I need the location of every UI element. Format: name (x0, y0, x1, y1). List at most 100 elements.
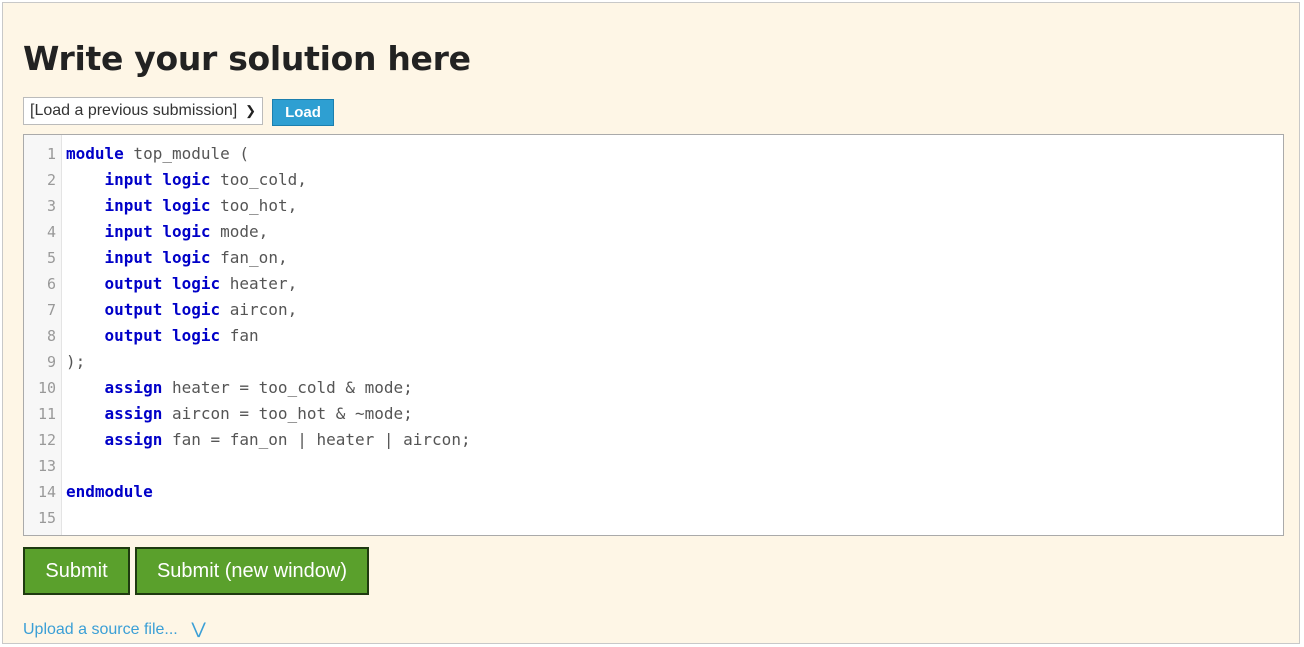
code-text: output logic aircon, (66, 297, 298, 323)
line-number: 2 (46, 171, 56, 189)
line-number: 9 (46, 353, 56, 371)
line-number: 8 (46, 327, 56, 345)
code-keyword: input (104, 196, 153, 215)
code-token: fan = fan_on | heater | aircon; (162, 430, 471, 449)
chevron-down-icon: ❯ (245, 103, 256, 118)
code-line: 10 assign heater = too_cold & mode; (24, 375, 1283, 401)
page-title: Write your solution here (23, 39, 471, 78)
code-keyword: output (104, 326, 163, 345)
code-keyword: logic (171, 300, 221, 319)
submit-new-window-button[interactable]: Submit (new window) (135, 547, 369, 595)
load-button[interactable]: Load (272, 99, 334, 126)
code-token: aircon, (220, 300, 298, 319)
code-line: 4 input logic mode, (24, 219, 1283, 245)
code-token: fan_on, (210, 248, 288, 267)
code-token: heater = too_cold & mode; (162, 378, 413, 397)
code-line: 15 (24, 505, 1283, 531)
upload-source-file-link[interactable]: Upload a source file... ⋁ (23, 619, 206, 639)
code-token: too_cold, (210, 170, 307, 189)
line-number: 13 (37, 457, 56, 475)
previous-submission-select[interactable]: [Load a previous submission] ❯ (23, 97, 263, 125)
code-text: input logic mode, (66, 219, 269, 245)
code-line: 7 output logic aircon, (24, 297, 1283, 323)
code-token: ); (66, 352, 86, 371)
code-text: assign aircon = too_hot & ~mode; (66, 401, 413, 427)
line-number: 5 (46, 249, 56, 267)
line-number: 15 (37, 509, 56, 527)
solution-panel: Write your solution here [Load a previou… (2, 2, 1300, 644)
code-line: 6 output logic heater, (24, 271, 1283, 297)
code-keyword: logic (171, 274, 221, 293)
line-number: 3 (46, 197, 56, 215)
code-keyword: logic (162, 222, 211, 241)
code-line: 1 module top_module ( (24, 141, 1283, 167)
submit-button[interactable]: Submit (23, 547, 130, 595)
code-line: 13 (24, 453, 1283, 479)
previous-submission-select-value: [Load a previous submission] (30, 102, 238, 119)
code-line: 2 input logic too_cold, (24, 167, 1283, 193)
code-text: ); (66, 349, 85, 375)
code-token: aircon = too_hot & ~mode; (162, 404, 413, 423)
code-text: endmodule (66, 479, 153, 505)
code-text: module top_module ( (66, 141, 249, 167)
code-keyword: output (104, 300, 163, 319)
code-keyword: assign (104, 378, 163, 397)
code-line: 12 assign fan = fan_on | heater | aircon… (24, 427, 1283, 453)
double-chevron-down-icon: ⋁ (191, 621, 206, 638)
code-line: 9); (24, 349, 1283, 375)
upload-source-file-label: Upload a source file... (23, 621, 178, 638)
code-keyword: input (104, 248, 153, 267)
code-text: assign fan = fan_on | heater | aircon; (66, 427, 471, 453)
code-keyword: logic (162, 248, 211, 267)
code-token: mode, (210, 222, 269, 241)
code-text: output logic heater, (66, 271, 298, 297)
code-line: 5 input logic fan_on, (24, 245, 1283, 271)
code-keyword: logic (162, 170, 211, 189)
line-number: 12 (37, 431, 56, 449)
code-text: input logic too_cold, (66, 167, 307, 193)
code-keyword: assign (104, 404, 163, 423)
code-lines: 1 module top_module (2 input logic too_co… (24, 141, 1283, 531)
line-number: 14 (37, 483, 56, 501)
code-text: input logic fan_on, (66, 245, 288, 271)
code-line: 3 input logic too_hot, (24, 193, 1283, 219)
line-number: 1 (46, 145, 56, 163)
code-keyword: module (66, 144, 124, 163)
code-token: top_module ( (123, 144, 250, 163)
code-keyword: input (104, 170, 153, 189)
code-text: output logic fan (66, 323, 259, 349)
code-keyword: assign (104, 430, 163, 449)
line-number: 11 (37, 405, 56, 423)
code-keyword: logic (162, 196, 211, 215)
code-keyword: endmodule (66, 482, 153, 501)
code-text: assign heater = too_cold & mode; (66, 375, 413, 401)
code-text: input logic too_hot, (66, 193, 298, 219)
line-number: 4 (46, 223, 56, 241)
code-line: 8 output logic fan (24, 323, 1283, 349)
code-keyword: output (104, 274, 163, 293)
line-number: 6 (46, 275, 56, 293)
code-token: fan (220, 326, 259, 345)
line-number: 7 (46, 301, 56, 319)
code-editor[interactable]: 1 module top_module (2 input logic too_co… (23, 134, 1284, 536)
code-token: heater, (220, 274, 298, 293)
line-number: 10 (37, 379, 56, 397)
code-line: 11 assign aircon = too_hot & ~mode; (24, 401, 1283, 427)
